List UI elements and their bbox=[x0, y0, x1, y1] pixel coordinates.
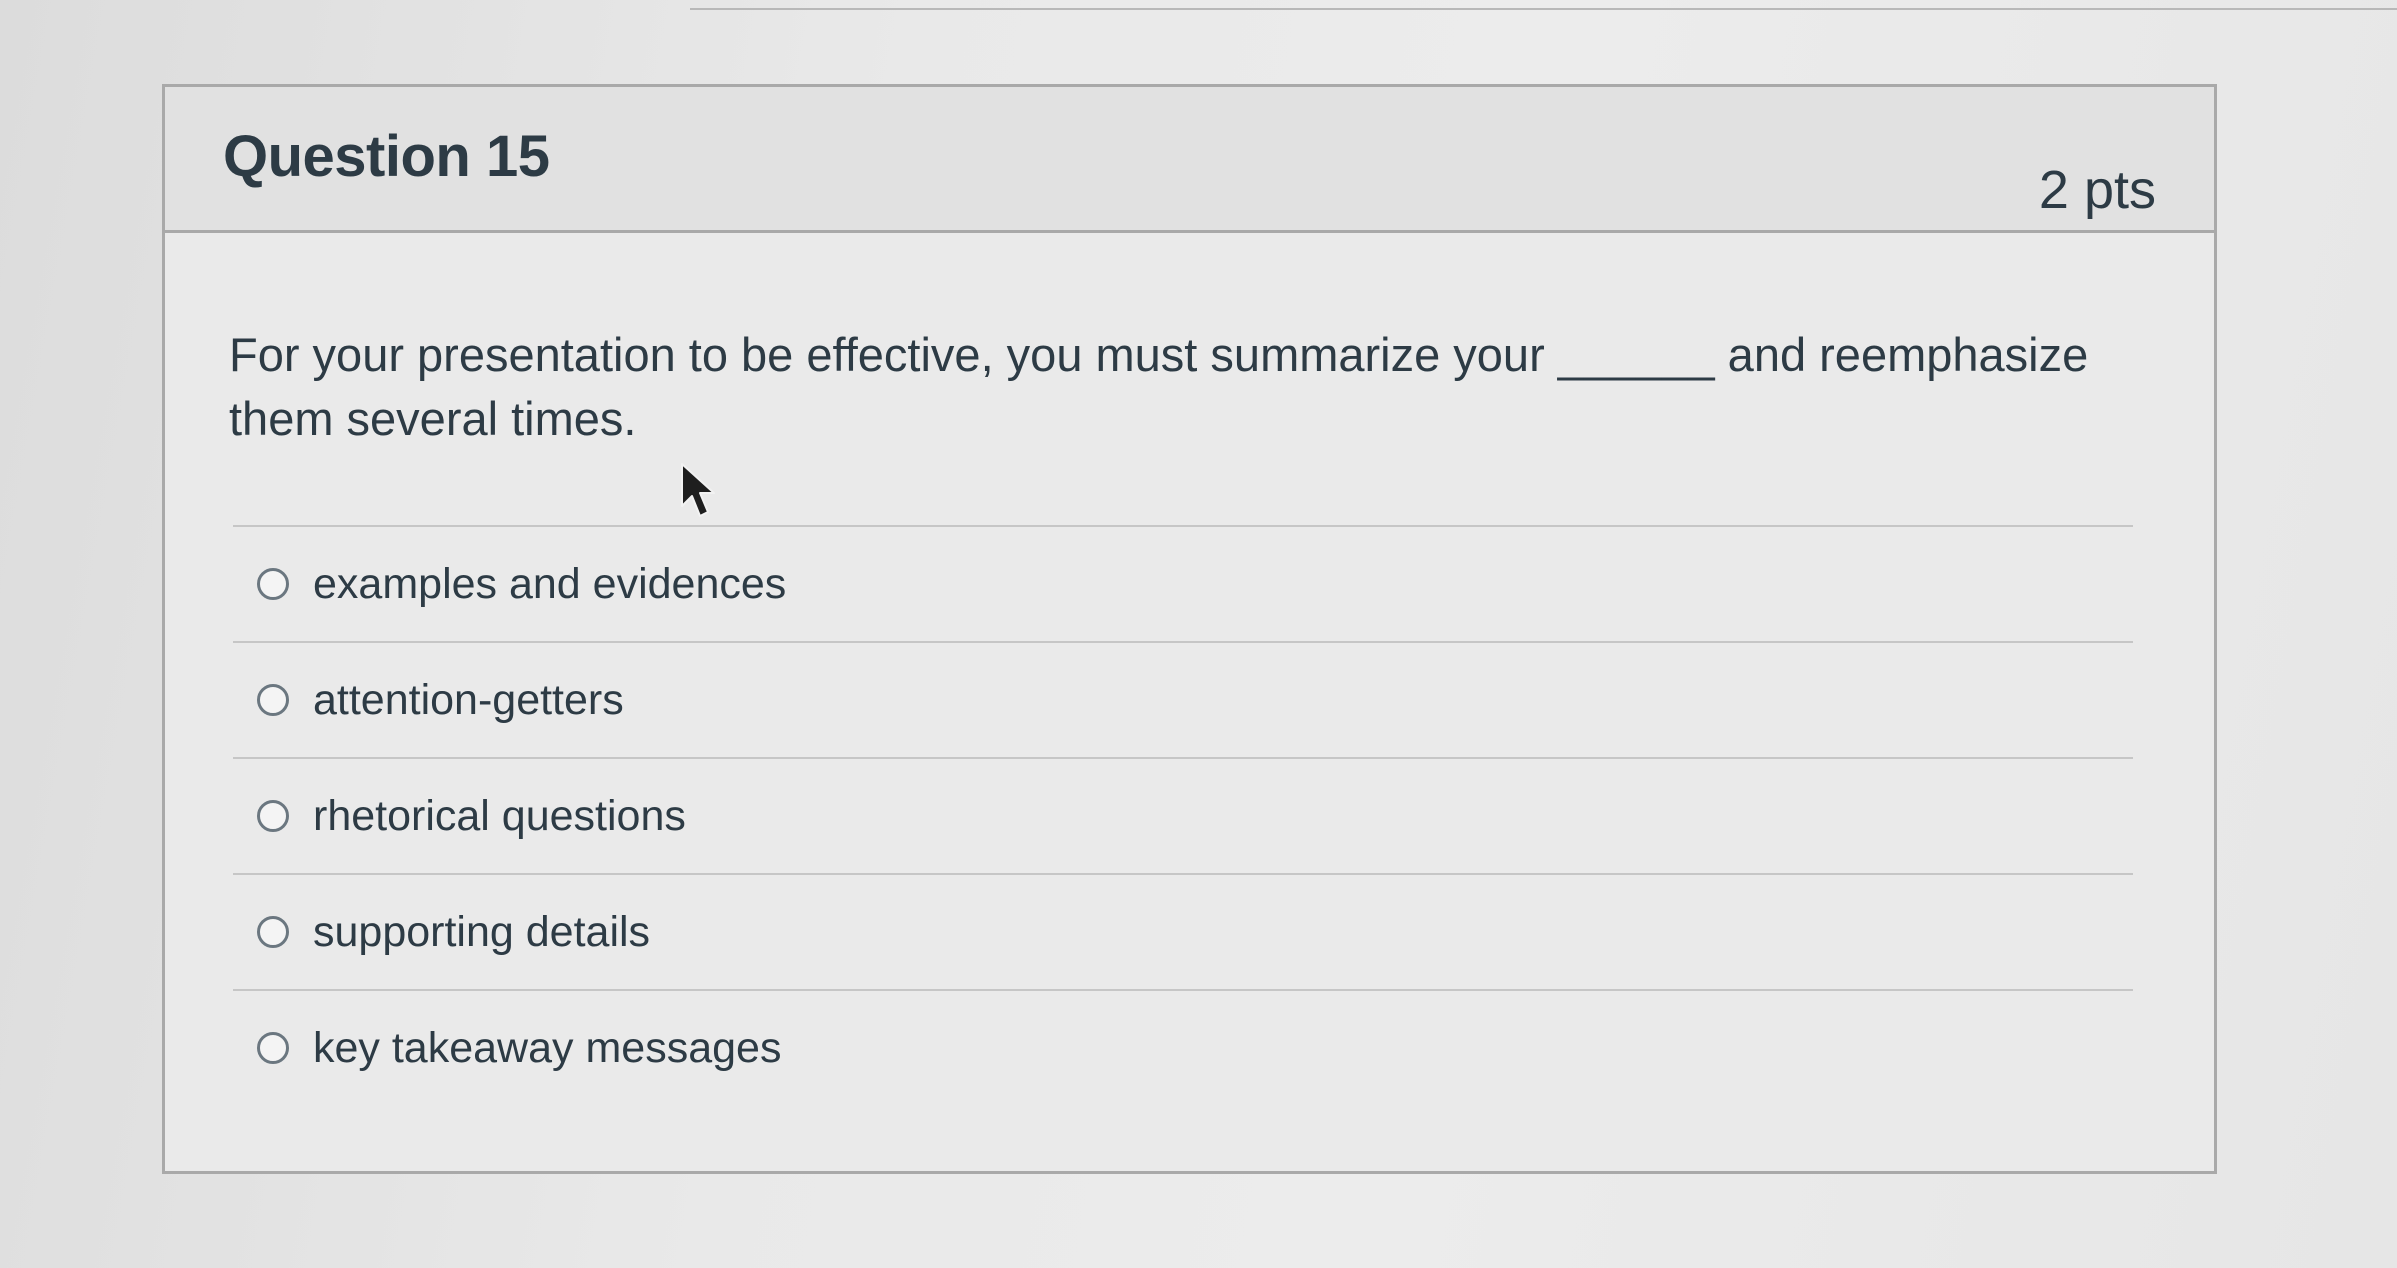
answer-option-1[interactable]: examples and evidences bbox=[233, 527, 2133, 641]
question-header: Question 15 2 pts bbox=[165, 87, 2214, 233]
radio-button-icon[interactable] bbox=[257, 568, 289, 600]
question-card: Question 15 2 pts For your presentation … bbox=[162, 84, 2217, 1174]
mouse-pointer-icon bbox=[681, 463, 715, 517]
answer-option-4[interactable]: supporting details bbox=[233, 875, 2133, 989]
question-text: For your presentation to be effective, y… bbox=[229, 328, 2089, 445]
top-divider bbox=[690, 8, 2397, 10]
question-title: Question 15 bbox=[223, 124, 550, 189]
answer-list: examples and evidences attention-getters… bbox=[233, 525, 2133, 1105]
radio-button-icon[interactable] bbox=[257, 684, 289, 716]
radio-button-icon[interactable] bbox=[257, 916, 289, 948]
answer-label[interactable]: rhetorical questions bbox=[313, 792, 686, 841]
answer-label[interactable]: attention-getters bbox=[313, 676, 624, 725]
answer-label[interactable]: key takeaway messages bbox=[313, 1024, 781, 1073]
radio-button-icon[interactable] bbox=[257, 1032, 289, 1064]
answer-label[interactable]: supporting details bbox=[313, 908, 650, 957]
radio-button-icon[interactable] bbox=[257, 800, 289, 832]
question-points: 2 pts bbox=[2038, 160, 2156, 220]
answer-option-5[interactable]: key takeaway messages bbox=[233, 991, 2133, 1105]
answer-label[interactable]: examples and evidences bbox=[313, 560, 786, 609]
answer-option-2[interactable]: attention-getters bbox=[233, 643, 2133, 757]
answer-option-3[interactable]: rhetorical questions bbox=[233, 759, 2133, 873]
